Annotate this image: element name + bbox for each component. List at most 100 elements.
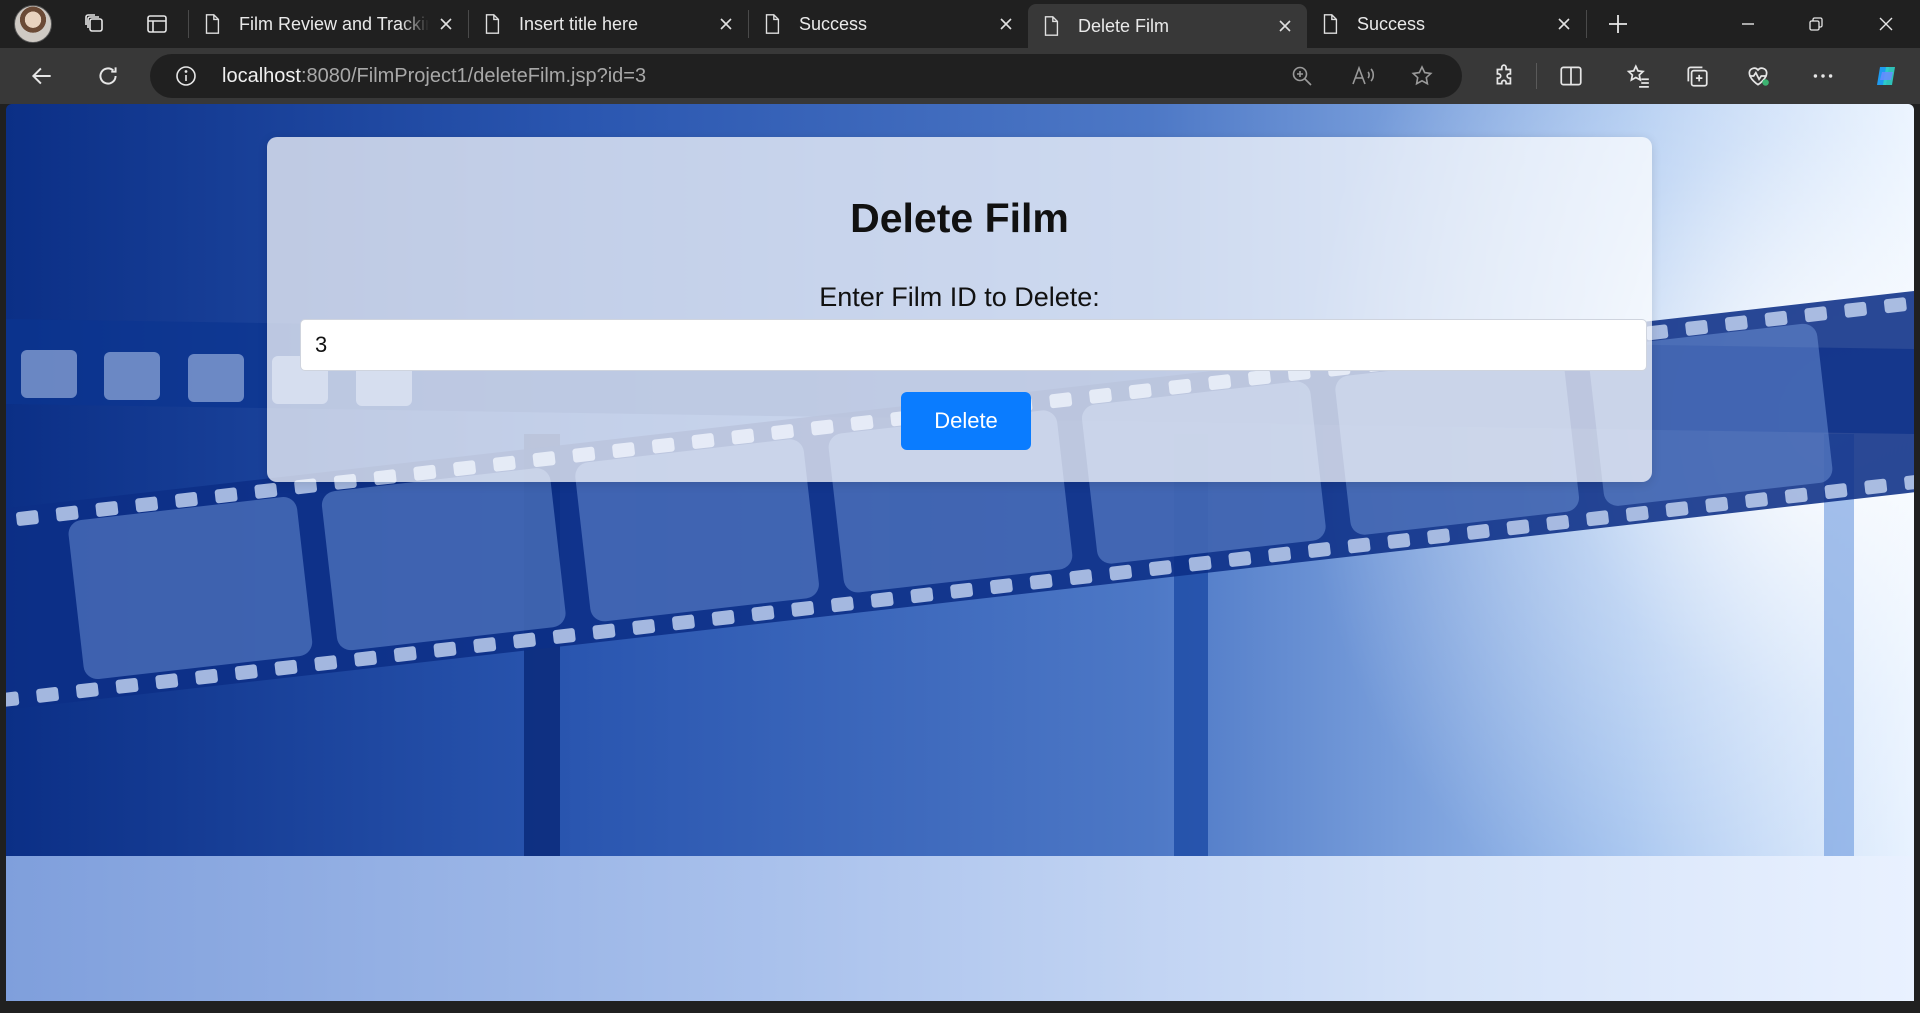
film-sprocket-hole [513, 632, 536, 649]
film-sprocket-hole [1784, 487, 1808, 504]
profile-avatar[interactable] [14, 5, 52, 43]
film-sprocket-hole [214, 487, 238, 504]
film-sprocket-hole [433, 641, 457, 658]
film-sprocket-hole [6, 691, 20, 708]
delete-button[interactable]: Delete [901, 392, 1031, 450]
workspaces-icon[interactable] [64, 0, 126, 48]
address-bar[interactable]: localhost:8080/FilmProject1/deleteFilm.j… [150, 54, 1462, 98]
film-sprocket-hole [195, 668, 218, 685]
film-sprocket-hole [1883, 297, 1907, 314]
film-sprocket-hole [1427, 528, 1450, 545]
tab-title: Success [799, 13, 868, 34]
film-sprocket-hole [1109, 564, 1133, 581]
film-sprocket-hole [989, 578, 1013, 595]
split-screen-icon [1560, 66, 1582, 86]
film-sprocket-hole [1029, 573, 1053, 590]
page-icon [1044, 16, 1059, 36]
tab-strip: Film Review and Tracking Insert title he… [0, 0, 1920, 48]
tab-delete-film[interactable]: Delete Film [1028, 4, 1307, 48]
site-info-icon[interactable] [174, 64, 198, 88]
film-sprocket-hole [75, 682, 99, 699]
film-sprocket-hole [55, 505, 79, 522]
collections-icon [1687, 66, 1708, 87]
new-tab-button[interactable] [1587, 0, 1649, 48]
close-tab-icon[interactable] [718, 16, 734, 32]
url-host: localhost [222, 65, 301, 87]
film-sprocket-hole [1824, 483, 1848, 499]
zoom-icon[interactable] [1290, 64, 1314, 88]
page-icon [485, 14, 500, 34]
film-sprocket-hole [1228, 551, 1252, 567]
extensions-button[interactable] [1485, 56, 1525, 96]
close-window-button[interactable] [1852, 0, 1920, 48]
restore-button[interactable] [1782, 0, 1850, 48]
film-sprocket-hole [1268, 546, 1291, 563]
film-sprocket-hole [473, 637, 497, 653]
close-icon [1879, 17, 1893, 31]
film-sprocket-hole [1586, 510, 1609, 527]
film-sprocket-hole [910, 587, 934, 604]
film-id-input[interactable] [300, 319, 1647, 371]
film-sprocket-hole [1307, 542, 1331, 558]
page-icon [205, 14, 220, 34]
film-sprocket-hole [234, 664, 258, 681]
film-sprocket-hole [1625, 505, 1649, 522]
film-sprocket-hole [155, 673, 179, 690]
refresh-button[interactable] [88, 56, 128, 96]
url-text[interactable]: localhost:8080/FilmProject1/deleteFilm.j… [222, 65, 646, 88]
url-path: :8080/FilmProject1/deleteFilm.jsp?id=3 [300, 65, 647, 87]
film-sprocket-hole [95, 501, 119, 517]
minimize-icon [1742, 23, 1754, 25]
close-tab-icon[interactable] [1556, 16, 1572, 32]
back-button[interactable] [22, 56, 62, 96]
copilot-button[interactable] [1866, 56, 1906, 96]
tab-success-2[interactable]: Success [1307, 0, 1586, 48]
close-tab-icon[interactable] [998, 16, 1014, 32]
film-sprocket-hole [552, 628, 576, 644]
read-aloud-icon[interactable] [1350, 64, 1376, 88]
collections-button[interactable] [1677, 56, 1717, 96]
more-dots-icon [1813, 74, 1833, 78]
plus-icon [1609, 15, 1627, 33]
film-sprocket-hole [1466, 523, 1490, 540]
tab-actions-icon[interactable] [126, 0, 188, 48]
film-sprocket-hole [1804, 306, 1828, 323]
copilot-icon [1877, 67, 1895, 85]
film-sprocket-hole [115, 677, 139, 694]
film-sprocket-hole [36, 687, 59, 703]
film-sprocket-hole [1188, 555, 1212, 572]
favorites-button[interactable] [1618, 56, 1658, 96]
film-sprocket-hole [174, 492, 198, 508]
browser-toolbar: localhost:8080/FilmProject1/deleteFilm.j… [0, 48, 1920, 104]
tab-film-review[interactable]: Film Review and Tracking [189, 0, 468, 48]
tab-title: Delete Film [1078, 15, 1170, 36]
close-tab-icon[interactable] [438, 16, 454, 32]
tab-insert-title[interactable]: Insert title here [469, 0, 748, 48]
minimize-button[interactable] [1714, 0, 1782, 48]
restore-icon [1809, 17, 1823, 31]
heartbeat-icon [1748, 67, 1769, 86]
film-sprocket-hole [393, 646, 417, 663]
tab-title: Insert title here [519, 13, 639, 34]
film-sprocket-hole [791, 600, 815, 617]
favorite-star-icon[interactable] [1410, 64, 1434, 88]
film-sprocket-hole [1844, 301, 1867, 318]
film-sprocket-hole [751, 605, 775, 622]
film-sprocket-hole [672, 614, 695, 631]
back-arrow-icon [31, 67, 51, 85]
split-screen-button[interactable] [1551, 56, 1591, 96]
browser-essentials-button[interactable] [1738, 56, 1778, 96]
window-bottom-edge [0, 1001, 1920, 1013]
tab-title: Film Review and Tracking [239, 13, 429, 34]
film-sprocket-hole [1506, 519, 1530, 536]
film-sprocket-hole [632, 619, 656, 635]
film-sprocket-hole [354, 650, 377, 667]
settings-more-button[interactable] [1803, 56, 1843, 96]
film-sprocket-hole [274, 659, 298, 676]
tab-success-1[interactable]: Success [749, 0, 1028, 48]
film-sprocket-hole [1705, 496, 1729, 513]
film-sprocket-hole [135, 496, 159, 513]
film-sprocket-hole [711, 610, 735, 626]
film-sprocket-hole [314, 655, 338, 672]
close-tab-icon[interactable] [1277, 18, 1293, 34]
